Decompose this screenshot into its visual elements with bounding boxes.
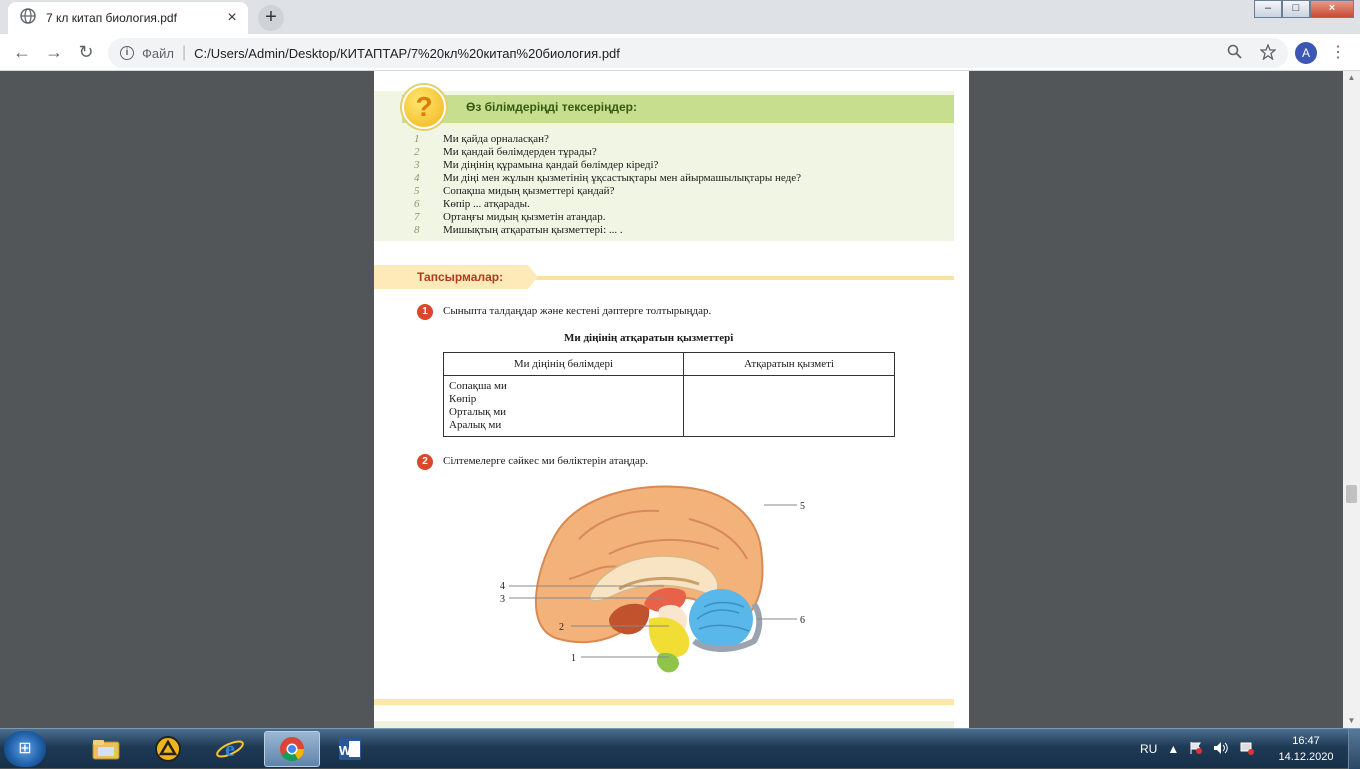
start-button[interactable]: ⊞ [4,731,46,767]
svg-text:e: e [225,736,235,761]
question-text: Көпір ... атқарады. [443,198,530,210]
question-number: 7 [414,211,420,223]
system-clock[interactable]: 16:47 14.12.2020 [1270,733,1342,765]
question-text: Ми қандай бөлімдерден тұрады? [443,146,597,158]
vertical-scrollbar[interactable]: ▲ ▼ [1343,71,1360,728]
scrollbar-thumb[interactable] [1346,485,1357,503]
table-cell-parts: Сопақша ми Көпір Орталық ми Аралық ми [443,375,684,437]
question-number: 2 [414,146,420,158]
back-button[interactable]: ← [12,42,32,62]
question-item: 3 Ми діңінің құрамына қандай бөлімдер кір… [414,159,658,171]
table-row: Көпір [449,393,477,405]
flag-icon[interactable] [1189,741,1203,758]
question-item: 1 Ми қайда орналасқан? [414,133,549,145]
question-number: 8 [414,224,420,236]
brain-diagram: 1 2 3 4 5 6 [499,479,819,679]
question-number: 3 [414,159,420,171]
scroll-up-icon[interactable]: ▲ [1343,71,1360,85]
scheme-label: Файл [142,45,174,61]
show-desktop-button[interactable] [1348,729,1360,769]
table-header: Ми діңінің бөлімдері [443,352,684,376]
chrome-taskbar-icon[interactable] [264,731,320,767]
question-item: 8 Мишықтың атқаратын қызметтері: ... . [414,224,623,236]
language-indicator[interactable]: RU [1140,742,1157,756]
globe-icon [20,7,36,29]
table-title: Ми діңінің атқаратын қызметтері [564,332,734,344]
table-row: Орталық ми [449,406,507,418]
taskbar: ⊞ e W RU ▲ 16:47 14.12.2020 [0,728,1360,769]
internet-explorer-taskbar-icon[interactable]: e [202,731,258,767]
explorer-taskbar-icon[interactable] [78,731,134,767]
bookmark-star-icon[interactable] [1259,43,1277,64]
task-number-badge: 2 [417,454,433,470]
brain-label: 1 [571,653,576,664]
tasks-title: Тапсырмалар: [417,270,504,284]
self-check-title: Өз білімдеріңді тексеріңдер: [466,100,637,114]
question-item: 2 Ми қандай бөлімдерден тұрады? [414,146,597,158]
question-mark-icon: ? [402,85,446,129]
question-text: Ми діңі мен жұлын қызметінің ұқсастықтар… [443,172,801,184]
question-text: Сопақша мидың қызметтері қандай? [443,185,615,197]
table-row: Сопақша ми [449,380,507,392]
question-text: Ми қайда орналасқан? [443,133,549,145]
divider [374,699,954,705]
minimize-button[interactable]: – [1254,0,1282,18]
tray-expand-icon[interactable]: ▲ [1167,742,1179,756]
speaker-icon[interactable] [1213,741,1229,758]
table-header: Атқаратын қызметі [683,352,895,376]
window-controls: – □ × [1254,0,1354,18]
question-text: Мишықтың атқаратын қызметтері: ... . [443,224,623,236]
question-number: 5 [414,185,420,197]
media-player-taskbar-icon[interactable] [140,731,196,767]
omnibox-actions [1227,43,1277,64]
brainstem-table: Ми діңінің бөлімдері Атқаратын қызметі С… [443,352,895,437]
network-icon[interactable] [1239,741,1255,758]
task-2-text: Сілтемелерге сәйкес ми бөліктерін атаңда… [443,455,649,467]
tab-pdf[interactable]: 7 кл китап биология.pdf × [8,2,248,34]
info-icon[interactable]: i [120,46,134,60]
divider: | [181,44,187,61]
pdf-page: ? Өз білімдеріңді тексеріңдер: 1 Ми қайда… [374,71,969,728]
question-text: Ми діңінің құрамына қандай бөлімдер кіре… [443,159,659,171]
task-1-text: Сыныпта талдаңдар және кестені дәптерге … [443,305,712,317]
clock-date: 14.12.2020 [1278,751,1334,763]
system-tray: RU ▲ [1140,729,1255,769]
address-bar[interactable]: i Файл | C:/Users/Admin/Desktop/КИТАПТАР… [108,38,1288,68]
close-tab-icon[interactable]: × [222,9,242,27]
question-item: 5 Сопақша мидың қызметтері қандай? [414,185,614,197]
kebab-menu-icon[interactable]: ⋮ [1330,42,1346,62]
brain-label: 2 [559,622,564,633]
forward-button[interactable]: → [44,42,64,62]
brain-label: 6 [800,615,805,626]
next-page-strip [374,721,954,728]
brain-label: 5 [800,501,805,512]
question-item: 6 Көпір ... атқарады. [414,198,530,210]
word-taskbar-icon[interactable]: W [322,731,378,767]
url-text[interactable]: C:/Users/Admin/Desktop/КИТАПТАР/7%20кл%2… [194,46,620,61]
task-number-badge: 1 [417,304,433,320]
brain-label: 3 [500,594,505,605]
browser-toolbar: ← → ↻ i Файл | C:/Users/Admin/Desktop/КИ… [0,34,1360,71]
pdf-viewer[interactable]: ? Өз білімдеріңді тексеріңдер: 1 Ми қайда… [0,71,1360,728]
question-number: 6 [414,198,420,210]
table-row: Аралық ми [449,419,502,431]
clock-time: 16:47 [1292,735,1320,747]
profile-avatar[interactable]: A [1295,42,1317,64]
svg-text:W: W [339,743,352,758]
tab-strip: 7 кл китап биология.pdf × + – □ × [0,0,1360,34]
tab-title: 7 кл китап биология.pdf [46,11,177,25]
scroll-down-icon[interactable]: ▼ [1343,714,1360,728]
question-number: 1 [414,133,420,145]
new-tab-button[interactable]: + [258,5,284,31]
maximize-button[interactable]: □ [1282,0,1310,18]
close-window-button[interactable]: × [1310,0,1354,18]
question-item: 7 Ортаңғы мидың қызметін атаңдар. [414,211,605,223]
reload-button[interactable]: ↻ [76,42,96,62]
question-item: 4 Ми діңі мен жұлын қызметінің ұқсастықта… [414,172,801,184]
brain-label: 4 [500,581,505,592]
table-cell-empty [683,375,895,437]
question-text: Ортаңғы мидың қызметін атаңдар. [443,211,606,223]
question-number: 4 [414,172,420,184]
zoom-search-icon[interactable] [1227,44,1242,64]
